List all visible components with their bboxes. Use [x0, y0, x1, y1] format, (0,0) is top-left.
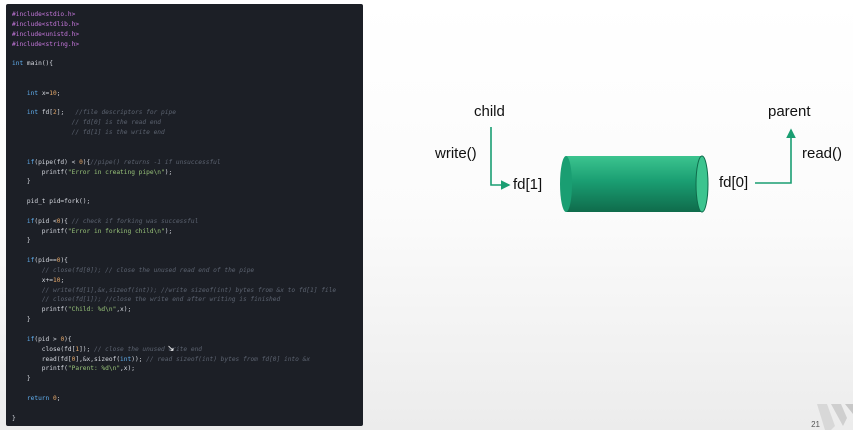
code-line: if(pid <0){ // check if forking was succ… [26, 217, 199, 225]
code-line: #include<string.h> [12, 40, 80, 48]
code-line: read(fd[0],&x,sizeof(int)); // read size… [12, 355, 311, 363]
pipe-cylinder [560, 155, 709, 213]
code-line: #include<stdio.h> [12, 11, 76, 18]
code-line: return 0; [26, 394, 61, 402]
code-line: if(pid==0){ [26, 257, 68, 265]
code-line: printf("Error in forking child\n"); [12, 227, 173, 235]
code-line: // fd[0] is the read end [71, 119, 162, 127]
code-line: } [12, 178, 31, 186]
code-line: #include<unistd.h> [12, 30, 80, 38]
pipe-diagram: child write() fd[1] parent read() fd[0] [363, 0, 853, 430]
logo-mark-icon [817, 404, 853, 430]
fd0-to-parent-arrow [755, 128, 796, 184]
code-line: if(pipe(fd) < 0){//pipe() returns -1 if … [26, 158, 221, 166]
code-line: int fd[2]; //file descriptors for pipe [26, 109, 176, 117]
code-line: printf("Error in creating pipe\n"); [12, 168, 173, 176]
code-line: // close(fd[0]); // close the unused rea… [41, 266, 255, 274]
code-line: close(fd[1]); // close the unused write … [12, 345, 203, 353]
code-line: } [12, 237, 31, 245]
code-line: // fd[1] is the write end [71, 129, 165, 137]
code-line: int x=10; [26, 89, 61, 97]
code-line: printf("Child: %d\n",x); [12, 306, 132, 314]
code-line: // close(fd[1]); //close the write end a… [41, 296, 281, 304]
diagram-graphics [490, 127, 796, 213]
code-line: } [12, 316, 31, 324]
code-line: printf("Parent: %d\n",x); [12, 365, 135, 373]
child-to-fd1-arrow [490, 127, 511, 190]
mouse-cursor-icon: ↘ [167, 343, 175, 353]
code-line: } [12, 375, 31, 383]
code-line: x+=10; [12, 276, 65, 284]
code-line: if(pid > 0){ [26, 335, 72, 343]
code-line: } [12, 414, 16, 422]
code-block: #include<stdio.h> #include<stdlib.h> #incl… [6, 4, 363, 423]
code-line: int main(){ [12, 60, 53, 68]
code-line: pid_t pid=fork(); [12, 198, 91, 206]
code-line: #include<stdlib.h> [12, 20, 80, 28]
code-editor-panel: #include<stdio.h> #include<stdlib.h> #incl… [6, 4, 363, 426]
code-line: // write(fd[1],&x,sizeof(int)); //write … [41, 286, 337, 294]
